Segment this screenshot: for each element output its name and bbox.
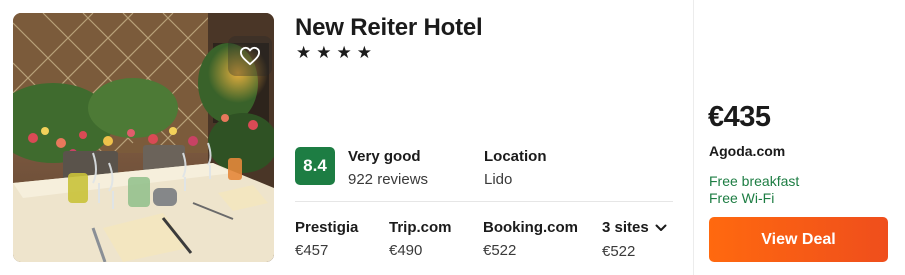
favorite-button[interactable] [228,36,272,76]
deal-price: €435 [708,101,771,133]
column-separator [693,0,694,275]
site-name: Booking.com [483,219,579,236]
site-option-booking[interactable]: Booking.com €522 [483,219,578,259]
site-price: €490 [389,242,423,259]
site-name: Trip.com [389,219,452,236]
review-count: 922 reviews [348,171,429,188]
site-option-trip[interactable]: Trip.com €490 [389,219,452,259]
deal-provider: Agoda.com [709,143,786,159]
more-sites-price: €522 [602,243,636,260]
perk-free-breakfast: Free breakfast [709,173,800,189]
hotel-result-card: New Reiter Hotel ★★★★ 8.4 Very good 922 … [0,0,905,275]
star-rating: ★★★★ [296,43,377,62]
site-price: €522 [483,242,517,259]
hotel-photo[interactable] [13,13,274,262]
review-score-label: Very good [348,148,421,165]
location-value: Lido [484,171,513,188]
site-option-prestigia[interactable]: Prestigia €457 [295,219,358,259]
more-sites-label: 3 sites [602,219,649,236]
site-name: Prestigia [295,219,359,236]
heart-outline-icon [240,46,261,66]
hotel-name[interactable]: New Reiter Hotel [295,14,483,42]
chevron-down-icon [655,224,667,231]
location-label: Location [484,148,547,165]
review-score-badge: 8.4 [295,147,335,185]
more-sites-dropdown[interactable]: 3 sites €522 [602,219,667,260]
view-deal-button[interactable]: View Deal [709,217,888,262]
site-price: €457 [295,242,329,259]
divider [295,201,673,202]
perk-free-wifi: Free Wi-Fi [709,190,775,206]
